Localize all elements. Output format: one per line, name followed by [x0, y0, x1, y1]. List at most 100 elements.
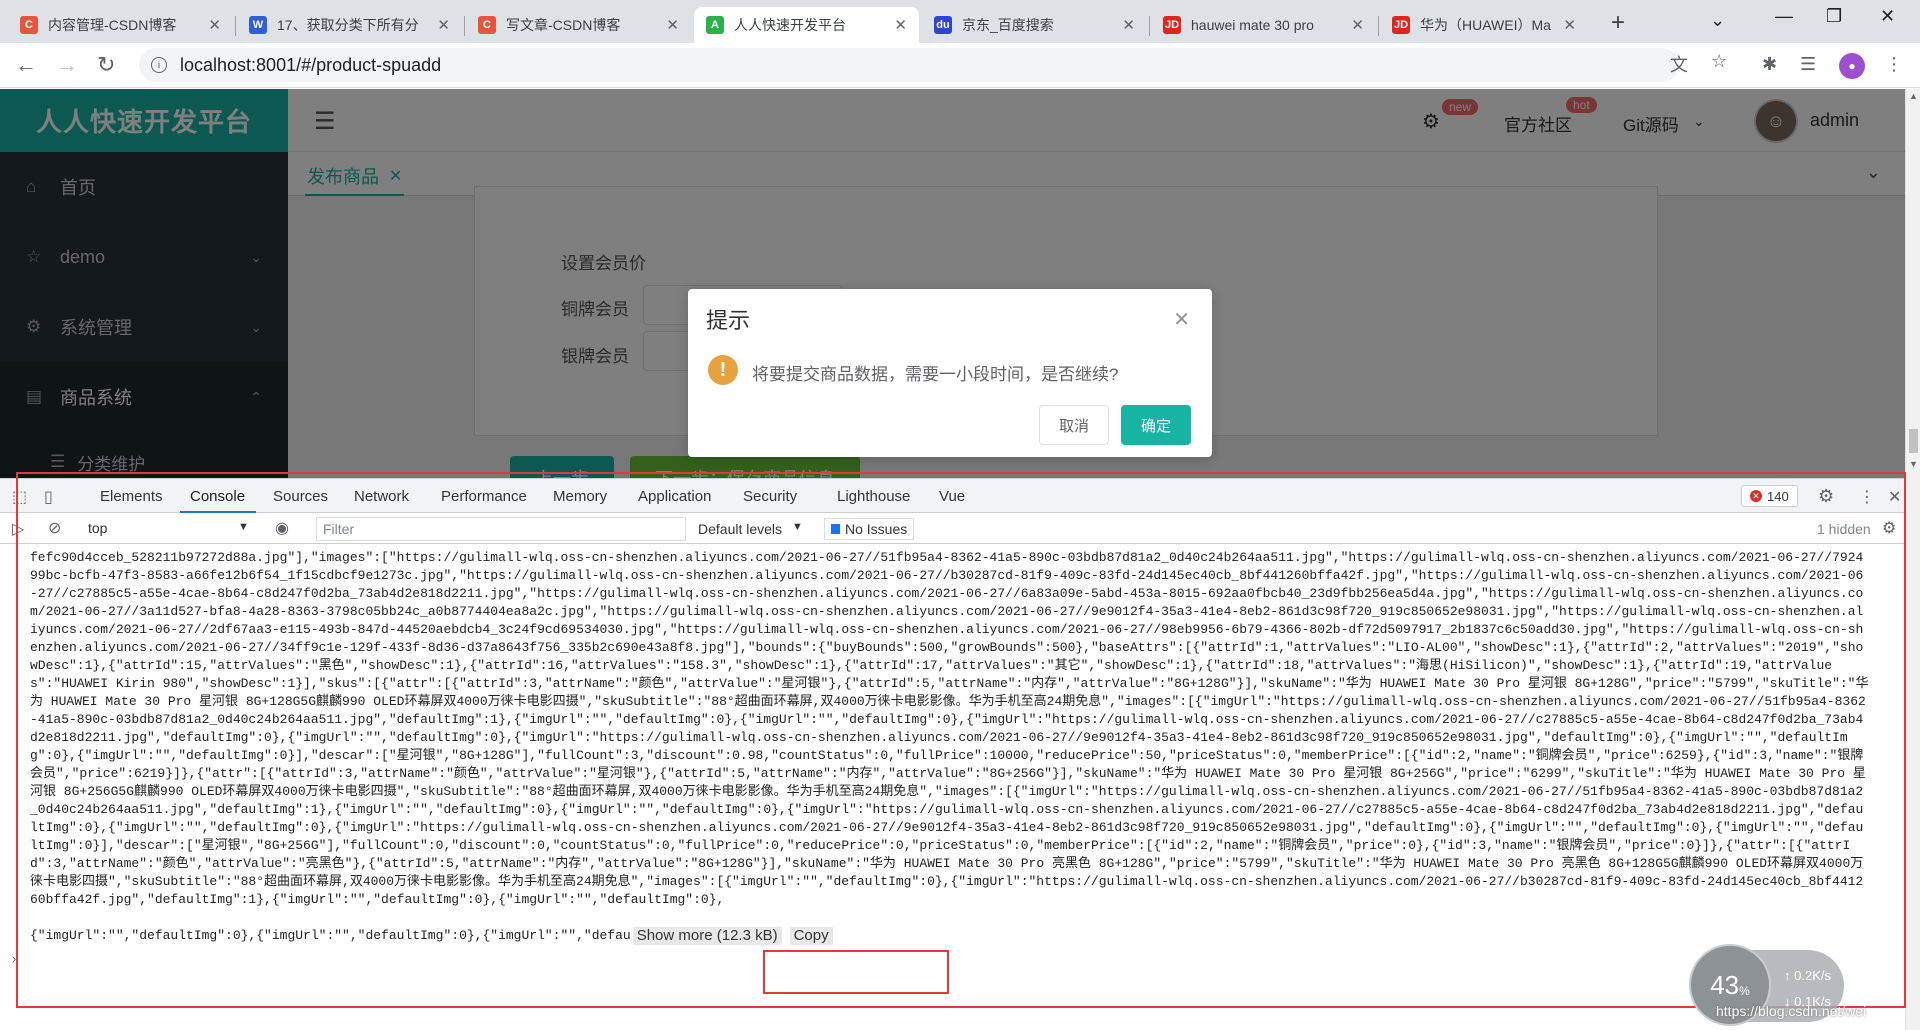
settings-gear-icon[interactable]: ⚙	[1818, 486, 1834, 507]
tab-performance[interactable]: Performance	[441, 488, 527, 505]
browser-tab[interactable]: C 内容管理-CSDN博客 ✕	[8, 7, 233, 43]
tab-network[interactable]: Network	[354, 488, 409, 505]
tab-title: 写文章-CSDN博客	[506, 17, 621, 33]
console-log-message: fefc90d4cceb_528211b97272d88a.jpg"],"ima…	[30, 550, 1869, 907]
tab-vue[interactable]: Vue	[939, 488, 965, 505]
browser-tab[interactable]: JD hauwei mate 30 pro ✕	[1151, 7, 1376, 43]
caret-down-icon[interactable]: ▼	[792, 521, 803, 533]
tab-sources[interactable]: Sources	[273, 488, 328, 505]
console-filter-input[interactable]	[316, 517, 686, 541]
back-icon[interactable]: ←	[15, 52, 37, 78]
window-close-icon[interactable]: ✕	[1880, 6, 1895, 27]
close-icon[interactable]: ✕	[666, 16, 679, 34]
cancel-button[interactable]: 取消	[1039, 405, 1109, 445]
tab-separator	[1378, 16, 1379, 36]
dialog-message: 将要提交商品数据，需要一小段时间，是否继续?	[752, 365, 1119, 384]
close-icon[interactable]: ✕	[208, 16, 221, 34]
tab-search-icon[interactable]: ⌄	[1710, 10, 1725, 31]
minimize-icon[interactable]: —	[1775, 6, 1793, 27]
device-toolbar-icon[interactable]: ▯	[44, 487, 53, 507]
error-count: 140	[1767, 488, 1789, 504]
browser-menu-icon[interactable]: ⋮	[1885, 54, 1903, 75]
browser-tabstrip: C 内容管理-CSDN博客 ✕ W 17、获取分类下所有分 ✕ C 写文章-CS…	[0, 0, 1920, 43]
copy-button[interactable]: Copy	[789, 927, 833, 945]
scroll-up-icon[interactable]: ▲	[1909, 91, 1918, 101]
hidden-count: 1 hidden	[1817, 521, 1871, 537]
error-icon: ✕	[1750, 490, 1762, 502]
extensions-icon[interactable]: ✱	[1762, 54, 1777, 75]
caret-down-icon[interactable]: ▼	[238, 521, 249, 533]
sidebar-toggle-icon[interactable]: ▷	[12, 519, 24, 539]
tab-memory[interactable]: Memory	[553, 488, 607, 505]
tab-title: 17、获取分类下所有分	[277, 17, 419, 33]
error-count-badge[interactable]: ✕ 140	[1741, 485, 1798, 507]
browser-tab[interactable]: JD 华为（HUAWEI）Ma ✕	[1380, 7, 1588, 43]
browser-tab[interactable]: W 17、获取分类下所有分 ✕	[237, 7, 462, 43]
tab-separator	[1149, 16, 1150, 36]
dialog-title: 提示	[706, 308, 751, 333]
tab-favicon-icon: JD	[1163, 16, 1181, 34]
context-select[interactable]: top	[88, 520, 107, 536]
close-icon[interactable]: ✕	[1173, 307, 1190, 332]
tab-title: 京东_百度搜索	[962, 17, 1054, 33]
site-info-icon[interactable]: i	[151, 57, 167, 73]
reload-icon[interactable]: ↻	[97, 52, 115, 78]
confirm-button[interactable]: 确定	[1121, 405, 1191, 445]
devtools-panel: ⬚ ▯ Elements Console Sources Network Per…	[0, 478, 1905, 1030]
upload-speed: ↑ 0.2K/s	[1784, 968, 1831, 983]
scrollbar-thumb[interactable]	[1909, 429, 1918, 453]
eye-icon[interactable]: ◉	[275, 518, 289, 538]
omnibox[interactable]: i localhost:8001/#/product-spuadd	[139, 48, 1679, 82]
close-devtools-icon[interactable]: ✕	[1888, 487, 1901, 507]
console-prompt-icon[interactable]: ›	[12, 951, 16, 966]
tab-console[interactable]: Console	[190, 488, 245, 505]
console-output[interactable]: fefc90d4cceb_528211b97272d88a.jpg"],"ima…	[0, 545, 1905, 1030]
browser-tab-active[interactable]: A 人人快速开发平台 ✕	[694, 7, 919, 43]
maximize-icon[interactable]: ❐	[1826, 6, 1842, 27]
usage-percent: 43	[1710, 969, 1740, 1000]
profile-avatar-icon[interactable]: ●	[1839, 53, 1865, 79]
page-scrollbar[interactable]: ▲ ▼	[1905, 89, 1920, 1030]
active-tab-indicator	[180, 511, 256, 513]
upload-speed-value: 0.2K/s	[1794, 968, 1831, 983]
new-tab-icon[interactable]: +	[1611, 9, 1625, 37]
browser-tab[interactable]: du 京东_百度搜索 ✕	[922, 7, 1147, 43]
console-toolbar: ▷ ⊘ top ▼ ◉ Default levels ▼ No Issues 1…	[0, 514, 1905, 544]
close-icon[interactable]: ✕	[894, 16, 907, 34]
tab-application[interactable]: Application	[638, 488, 711, 505]
tab-favicon-icon: du	[934, 16, 952, 34]
more-options-icon[interactable]: ⋮	[1859, 487, 1875, 507]
url-text[interactable]: localhost:8001/#/product-spuadd	[180, 55, 441, 76]
translate-icon[interactable]: 文	[1670, 51, 1688, 77]
tab-title: 华为（HUAWEI）Ma	[1420, 17, 1551, 33]
scroll-down-icon[interactable]: ▼	[1909, 459, 1918, 469]
tab-favicon-icon: C	[20, 16, 38, 34]
tab-favicon-icon: JD	[1392, 16, 1410, 34]
percent-sign: %	[1739, 984, 1750, 998]
bookmark-star-icon[interactable]: ☆	[1711, 51, 1727, 72]
console-settings-icon[interactable]: ⚙	[1882, 518, 1896, 538]
issues-button[interactable]: No Issues	[824, 518, 915, 540]
tab-security[interactable]: Security	[743, 488, 797, 505]
clear-console-icon[interactable]: ⊘	[48, 518, 61, 538]
inspect-element-icon[interactable]: ⬚	[12, 487, 27, 507]
console-log-tail-text: {"imgUrl":"","defaultImg":0},{"imgUrl":"…	[30, 928, 631, 943]
tab-lighthouse[interactable]: Lighthouse	[837, 488, 910, 505]
forward-icon[interactable]: →	[56, 52, 78, 78]
show-more-button[interactable]: Show more (12.3 kB)	[632, 927, 782, 945]
close-icon[interactable]: ✕	[437, 16, 450, 34]
log-levels-dropdown[interactable]: Default levels	[698, 521, 782, 537]
reading-list-icon[interactable]: ☰	[1800, 54, 1816, 75]
address-bar: ← → ↻ i localhost:8001/#/product-spuadd …	[0, 43, 1920, 88]
close-icon[interactable]: ✕	[1122, 16, 1135, 34]
close-icon[interactable]: ✕	[1563, 16, 1576, 34]
tab-title: 内容管理-CSDN博客	[48, 17, 177, 33]
tab-title: hauwei mate 30 pro	[1191, 17, 1314, 33]
tab-favicon-icon: W	[249, 16, 267, 34]
tab-elements[interactable]: Elements	[100, 488, 163, 505]
issues-flag-icon	[831, 524, 840, 534]
confirm-dialog: 提示 ✕ ! 将要提交商品数据，需要一小段时间，是否继续? 取消 确定	[688, 289, 1212, 457]
close-icon[interactable]: ✕	[1351, 16, 1364, 34]
tab-separator	[235, 16, 236, 36]
browser-tab[interactable]: C 写文章-CSDN博客 ✕	[466, 7, 691, 43]
